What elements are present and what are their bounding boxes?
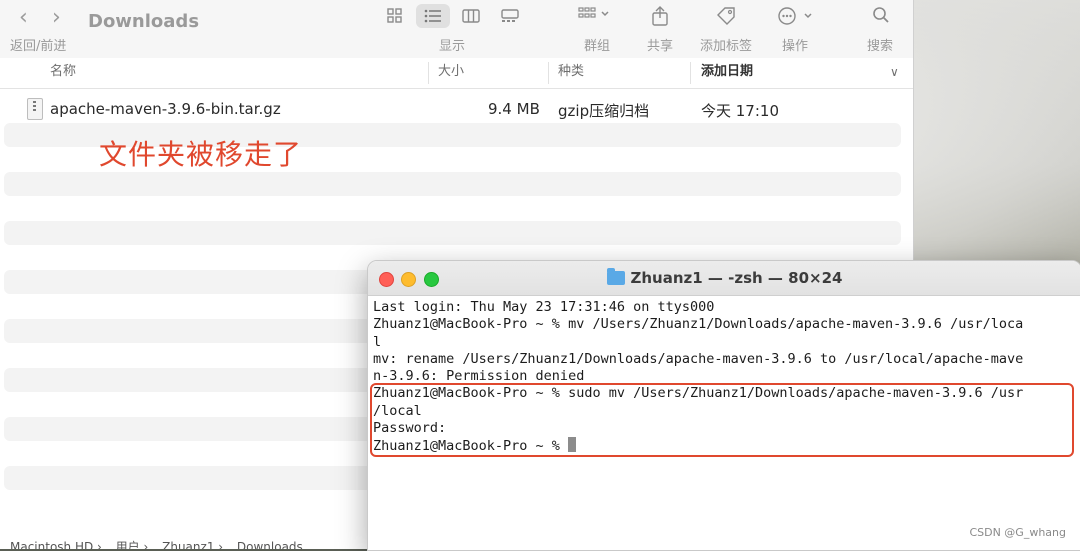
finder-toolbar: ‹ › 返回/前进 Downloads 显示 群组 共享 添加标签 操作 搜索 xyxy=(0,0,913,59)
path-item[interactable]: Macintosh HD xyxy=(10,540,93,549)
columns-icon xyxy=(462,9,480,23)
share-icon xyxy=(652,6,668,26)
terminal-titlebar[interactable]: Zhuanz1 — -zsh — 80×24 xyxy=(368,261,1080,296)
tag-label: 添加标签 xyxy=(700,39,753,54)
column-size[interactable]: 大小 xyxy=(438,58,464,88)
column-view-button[interactable] xyxy=(454,4,488,28)
search-label: 搜索 xyxy=(867,39,894,54)
annotation-text: 文件夹被移走了 xyxy=(99,138,303,171)
tag-icon xyxy=(717,7,735,25)
gallery-icon xyxy=(501,9,519,22)
group-label: 群组 xyxy=(584,39,611,54)
more-icon xyxy=(778,7,812,25)
list-view-button[interactable] xyxy=(416,4,450,28)
search-icon xyxy=(873,7,889,23)
action-label: 操作 xyxy=(782,39,809,54)
forward-arrow-icon[interactable]: › xyxy=(52,5,61,30)
back-arrow-icon[interactable]: ‹ xyxy=(19,5,28,30)
terminal-title-text: Zhuanz1 — -zsh — 80×24 xyxy=(630,269,843,287)
terminal-line: l xyxy=(373,333,382,350)
view-label: 显示 xyxy=(439,39,466,54)
column-date-added[interactable]: 添加日期 xyxy=(701,58,753,88)
empty-row xyxy=(4,221,901,245)
file-date: 今天 17:10 xyxy=(701,102,779,120)
column-divider[interactable] xyxy=(690,62,691,84)
tag-button[interactable] xyxy=(716,6,736,31)
column-header: 名称 大小 种类 添加日期 ∨ xyxy=(0,58,913,89)
action-button[interactable] xyxy=(778,7,816,30)
list-icon xyxy=(424,9,441,23)
folder-icon xyxy=(606,268,625,285)
terminal-line: Last login: Thu May 23 17:31:46 on ttys0… xyxy=(373,299,715,315)
path-item[interactable]: Zhuanz1 xyxy=(162,540,214,549)
sort-chevron-icon[interactable]: ∨ xyxy=(890,58,899,88)
search-button[interactable] xyxy=(872,6,890,29)
gallery-view-button[interactable] xyxy=(493,4,527,28)
terminal-line: mv: rename /Users/Zhuanz1/Downloads/apac… xyxy=(373,350,1024,367)
watermark: CSDN @G_whang xyxy=(969,526,1066,539)
window-title: Downloads xyxy=(88,11,200,32)
path-item[interactable]: Downloads xyxy=(237,540,303,549)
group-button[interactable] xyxy=(578,7,610,28)
file-size: 9.4 MB xyxy=(488,100,540,118)
column-divider[interactable] xyxy=(548,62,549,84)
file-name: apache-maven-3.9.6-bin.tar.gz xyxy=(50,100,281,118)
column-kind[interactable]: 种类 xyxy=(558,58,584,88)
nav-label: 返回/前进 xyxy=(10,39,67,54)
highlight-box xyxy=(370,383,1074,457)
terminal-title: Zhuanz1 — -zsh — 80×24 xyxy=(368,268,1080,287)
file-kind: gzip压缩归档 xyxy=(558,102,650,120)
icon-view-button[interactable] xyxy=(378,4,412,28)
share-button[interactable] xyxy=(651,6,669,31)
terminal-window[interactable]: Zhuanz1 — -zsh — 80×24 Last login: Thu M… xyxy=(367,260,1080,551)
column-divider[interactable] xyxy=(428,62,429,84)
grid-icon xyxy=(387,8,402,23)
column-name[interactable]: 名称 xyxy=(50,58,76,88)
share-label: 共享 xyxy=(647,39,674,54)
group-icon xyxy=(578,7,609,18)
empty-row xyxy=(4,172,901,196)
file-row[interactable]: apache-maven-3.9.6-bin.tar.gz 9.4 MB gzi… xyxy=(0,95,913,123)
path-item[interactable]: 用户 xyxy=(116,540,140,549)
terminal-line: Zhuanz1@MacBook-Pro ~ % mv /Users/Zhuanz… xyxy=(373,316,1024,333)
archive-file-icon xyxy=(27,98,43,120)
